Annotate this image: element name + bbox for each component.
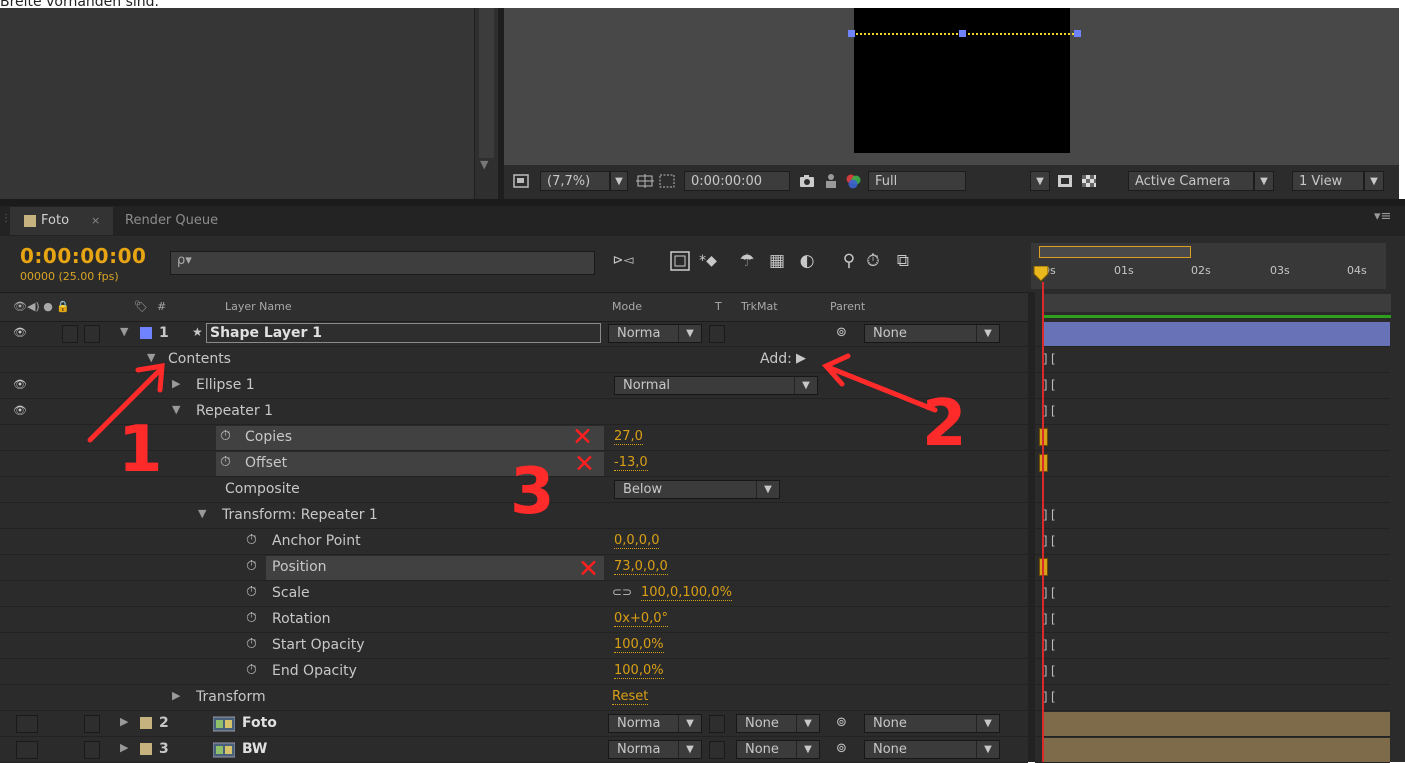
annotation-number-3: 3: [510, 455, 555, 529]
annotation-number-1: 1: [118, 413, 163, 487]
annotation-number-2: 2: [922, 387, 967, 461]
annotation-x-mark: ✕: [572, 422, 593, 451]
annotation-arrows: [87, 353, 938, 443]
annotation-x-mark: ✕: [578, 554, 599, 583]
arrow-2-shaft: [827, 365, 938, 413]
annotation-x-mark: ✕: [574, 449, 595, 478]
